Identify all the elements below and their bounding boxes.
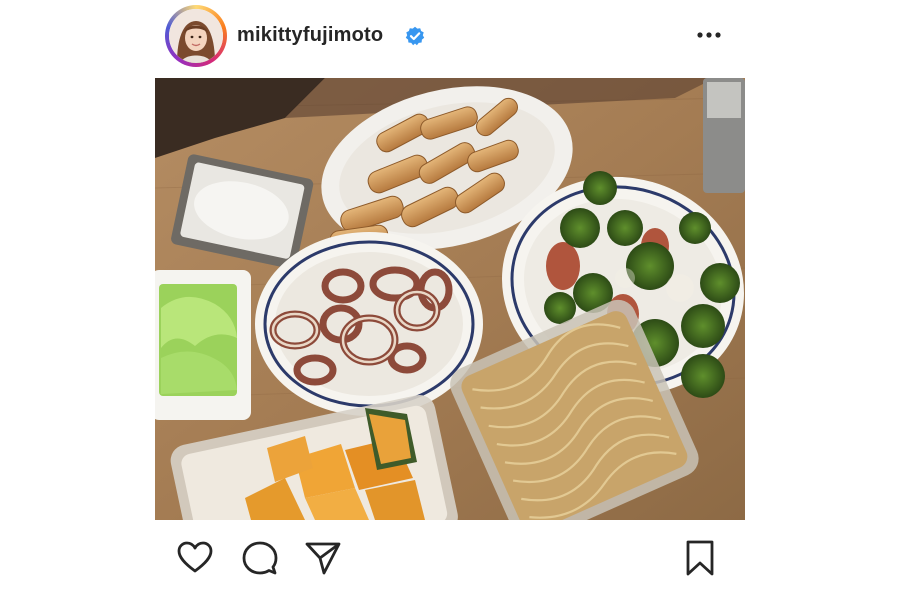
heart-icon[interactable]: [175, 538, 215, 578]
bookmark-icon[interactable]: [680, 538, 720, 578]
send-icon[interactable]: [303, 538, 343, 578]
more-options-icon[interactable]: [695, 23, 723, 47]
username[interactable]: mikittyfujimoto: [237, 24, 383, 47]
comment-icon[interactable]: [240, 538, 280, 578]
post-photo[interactable]: [155, 78, 745, 520]
action-bar: [175, 538, 720, 582]
avatar[interactable]: [169, 9, 223, 63]
verified-badge-icon: [405, 26, 425, 46]
story-ring[interactable]: [165, 5, 227, 67]
post-header: mikittyfujimoto: [165, 5, 745, 67]
